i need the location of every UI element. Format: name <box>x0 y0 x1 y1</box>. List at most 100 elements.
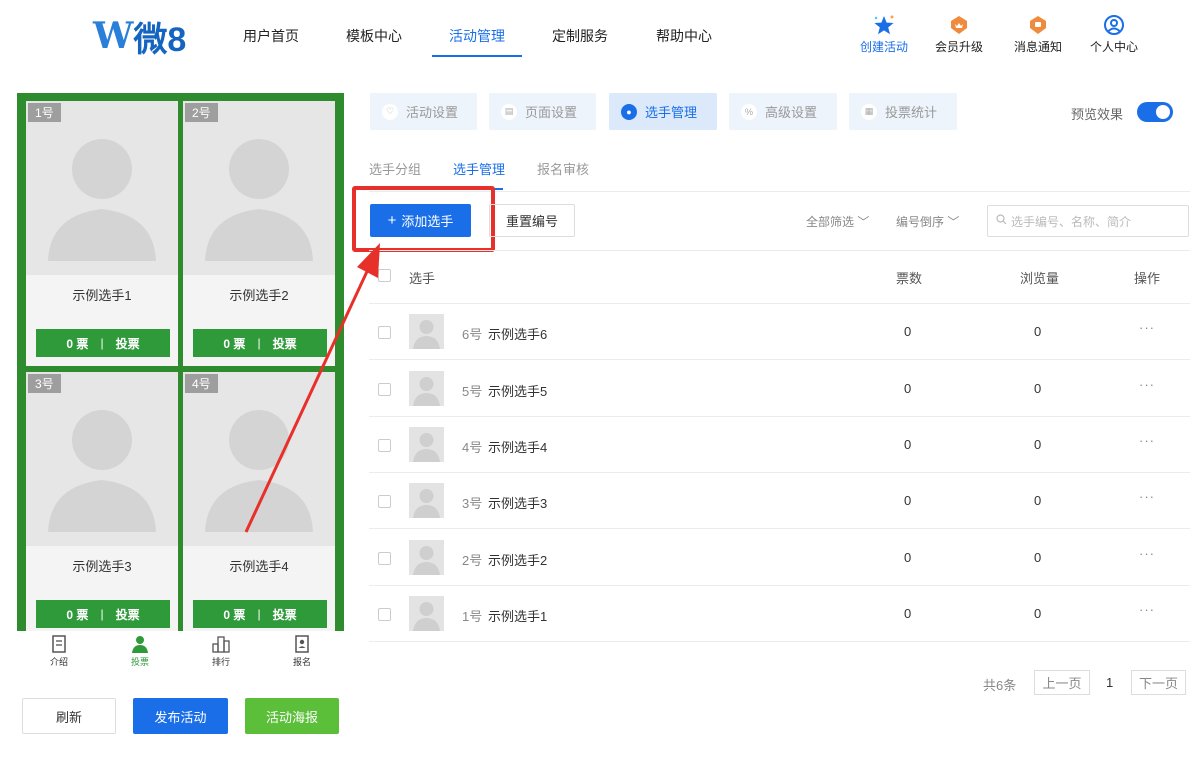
publish-activity-button[interactable]: 发布活动 <box>133 698 228 734</box>
reset-numbering-button[interactable]: 重置编号 <box>489 204 575 237</box>
tab-player-manage[interactable]: ● 选手管理 <box>609 93 717 130</box>
player-number: 4号 <box>462 440 483 455</box>
vote-count: 0 <box>904 550 912 565</box>
row-checkbox[interactable] <box>378 439 391 452</box>
player-card[interactable]: 2号 示例选手2 0 票 | 投票 <box>183 101 335 366</box>
create-activity-button[interactable]: 创建活动 <box>854 14 914 55</box>
bottom-nav-intro[interactable]: 介绍 <box>39 635 79 668</box>
member-upgrade-button[interactable]: 会员升级 <box>929 14 989 55</box>
tab-vote-stats[interactable]: ▦ 投票统计 <box>849 93 957 130</box>
vote-count: 0 <box>904 324 912 339</box>
bottom-nav-ranking[interactable]: 排行 <box>201 635 241 668</box>
filter-all-dropdown[interactable]: 全部筛选 ﹀ <box>806 213 869 230</box>
vote-button[interactable]: 0 票 | 投票 <box>36 329 170 357</box>
percent-icon: % <box>741 103 757 120</box>
bottom-nav-signup[interactable]: 报名 <box>282 635 322 668</box>
player-photo-placeholder <box>183 101 335 275</box>
column-header-ops: 操作 <box>1134 271 1161 286</box>
player-number: 6号 <box>462 327 483 342</box>
select-all-checkbox[interactable] <box>378 269 391 282</box>
column-header-votes[interactable]: 票数 <box>896 268 922 287</box>
player-name: 示例选手4 <box>488 440 548 455</box>
player-thumb <box>409 596 444 631</box>
doc-icon <box>39 635 79 655</box>
vote-count: 0 票 <box>223 607 246 622</box>
notifications-label: 消息通知 <box>1013 40 1062 54</box>
table-row: 2号 示例选手2 0 0 ··· <box>369 530 1190 586</box>
vote-button[interactable]: 0 票 | 投票 <box>193 329 327 357</box>
vote-count: 0 票 <box>66 336 89 351</box>
player-photo-placeholder <box>26 372 178 546</box>
vote-label: 投票 <box>272 336 297 351</box>
bottom-nav-label: 介绍 <box>49 657 68 667</box>
vote-count: 0 票 <box>66 607 89 622</box>
player-card[interactable]: 4号 示例选手4 0 票 | 投票 <box>183 372 335 631</box>
tab-page-settings[interactable]: ▤ 页面设置 <box>489 93 596 130</box>
nav-item-activity-manage[interactable]: 活动管理 <box>449 26 505 46</box>
player-card[interactable]: 3号 示例选手3 0 票 | 投票 <box>26 372 178 631</box>
sort-label: 编号倒序 <box>896 215 945 229</box>
player-name: 示例选手1 <box>488 609 548 624</box>
vote-separator: | <box>257 336 261 350</box>
member-upgrade-label: 会员升级 <box>934 40 983 54</box>
vote-label: 投票 <box>115 336 140 351</box>
vote-separator: | <box>100 336 104 350</box>
player-thumb <box>409 371 444 406</box>
player-name: 示例选手3 <box>488 496 548 511</box>
logo-letter: W <box>93 15 133 57</box>
next-page-button[interactable]: 下一页 <box>1131 670 1186 695</box>
player-name: 示例选手2 <box>229 288 289 303</box>
vote-button[interactable]: 0 票 | 投票 <box>36 600 170 628</box>
nav-item-templates[interactable]: 模板中心 <box>346 26 402 46</box>
player-name: 示例选手3 <box>72 559 132 574</box>
subtab-player-manage[interactable]: 选手管理 <box>453 159 505 178</box>
sort-dropdown[interactable]: 编号倒序 ﹀ <box>896 213 959 230</box>
row-checkbox[interactable] <box>378 552 391 565</box>
vote-button[interactable]: 0 票 | 投票 <box>193 600 327 628</box>
column-header-views[interactable]: 浏览量 <box>1020 268 1059 287</box>
subtab-player-groups[interactable]: 选手分组 <box>369 159 421 178</box>
notifications-button[interactable]: 消息通知 <box>1008 14 1068 55</box>
vote-count: 0 <box>904 493 912 508</box>
activity-poster-button[interactable]: 活动海报 <box>245 698 339 734</box>
view-count: 0 <box>1034 381 1042 396</box>
preview-toggle-switch[interactable] <box>1137 102 1173 122</box>
nav-item-home[interactable]: 用户首页 <box>243 26 299 46</box>
search-input[interactable]: 选手编号、名称、简介 <box>987 205 1189 237</box>
bottom-nav-vote[interactable]: 投票 <box>120 635 160 668</box>
player-card[interactable]: 1号 示例选手1 0 票 | 投票 <box>26 101 178 366</box>
brand-logo[interactable]: W 微8 <box>93 14 186 59</box>
tab-advanced-settings[interactable]: % 高级设置 <box>729 93 837 130</box>
vote-count: 0 <box>904 381 912 396</box>
player-photo-placeholder <box>26 101 178 275</box>
row-checkbox[interactable] <box>378 383 391 396</box>
row-checkbox[interactable] <box>378 608 391 621</box>
person-icon: ● <box>621 103 637 120</box>
table-row: 1号 示例选手1 0 0 ··· <box>369 586 1190 642</box>
person-icon <box>120 635 160 655</box>
more-actions-icon[interactable]: ··· <box>1139 377 1155 392</box>
player-thumb <box>409 427 444 462</box>
subtab-signup-review[interactable]: 报名审核 <box>537 159 589 178</box>
nav-item-help[interactable]: 帮助中心 <box>656 26 712 46</box>
refresh-button[interactable]: 刷新 <box>22 698 116 734</box>
more-actions-icon[interactable]: ··· <box>1139 433 1155 448</box>
row-checkbox[interactable] <box>378 326 391 339</box>
tab-activity-settings[interactable]: ♡ 活动设置 <box>370 93 477 130</box>
tab-label: 高级设置 <box>765 105 818 120</box>
more-actions-icon[interactable]: ··· <box>1139 489 1155 504</box>
player-thumb <box>409 540 444 575</box>
nav-item-custom-service[interactable]: 定制服务 <box>552 26 608 46</box>
nav-active-underline <box>432 55 522 57</box>
profile-button[interactable]: 个人中心 <box>1084 14 1144 55</box>
search-icon <box>996 214 1007 228</box>
more-actions-icon[interactable]: ··· <box>1139 546 1155 561</box>
player-name: 示例选手1 <box>72 288 132 303</box>
more-actions-icon[interactable]: ··· <box>1139 602 1155 617</box>
profile-label: 个人中心 <box>1089 40 1138 54</box>
pager-current-page[interactable]: 1 <box>1106 675 1113 690</box>
player-photo-placeholder <box>183 372 335 546</box>
prev-page-button[interactable]: 上一页 <box>1034 670 1090 695</box>
more-actions-icon[interactable]: ··· <box>1139 320 1155 335</box>
row-checkbox[interactable] <box>378 495 391 508</box>
